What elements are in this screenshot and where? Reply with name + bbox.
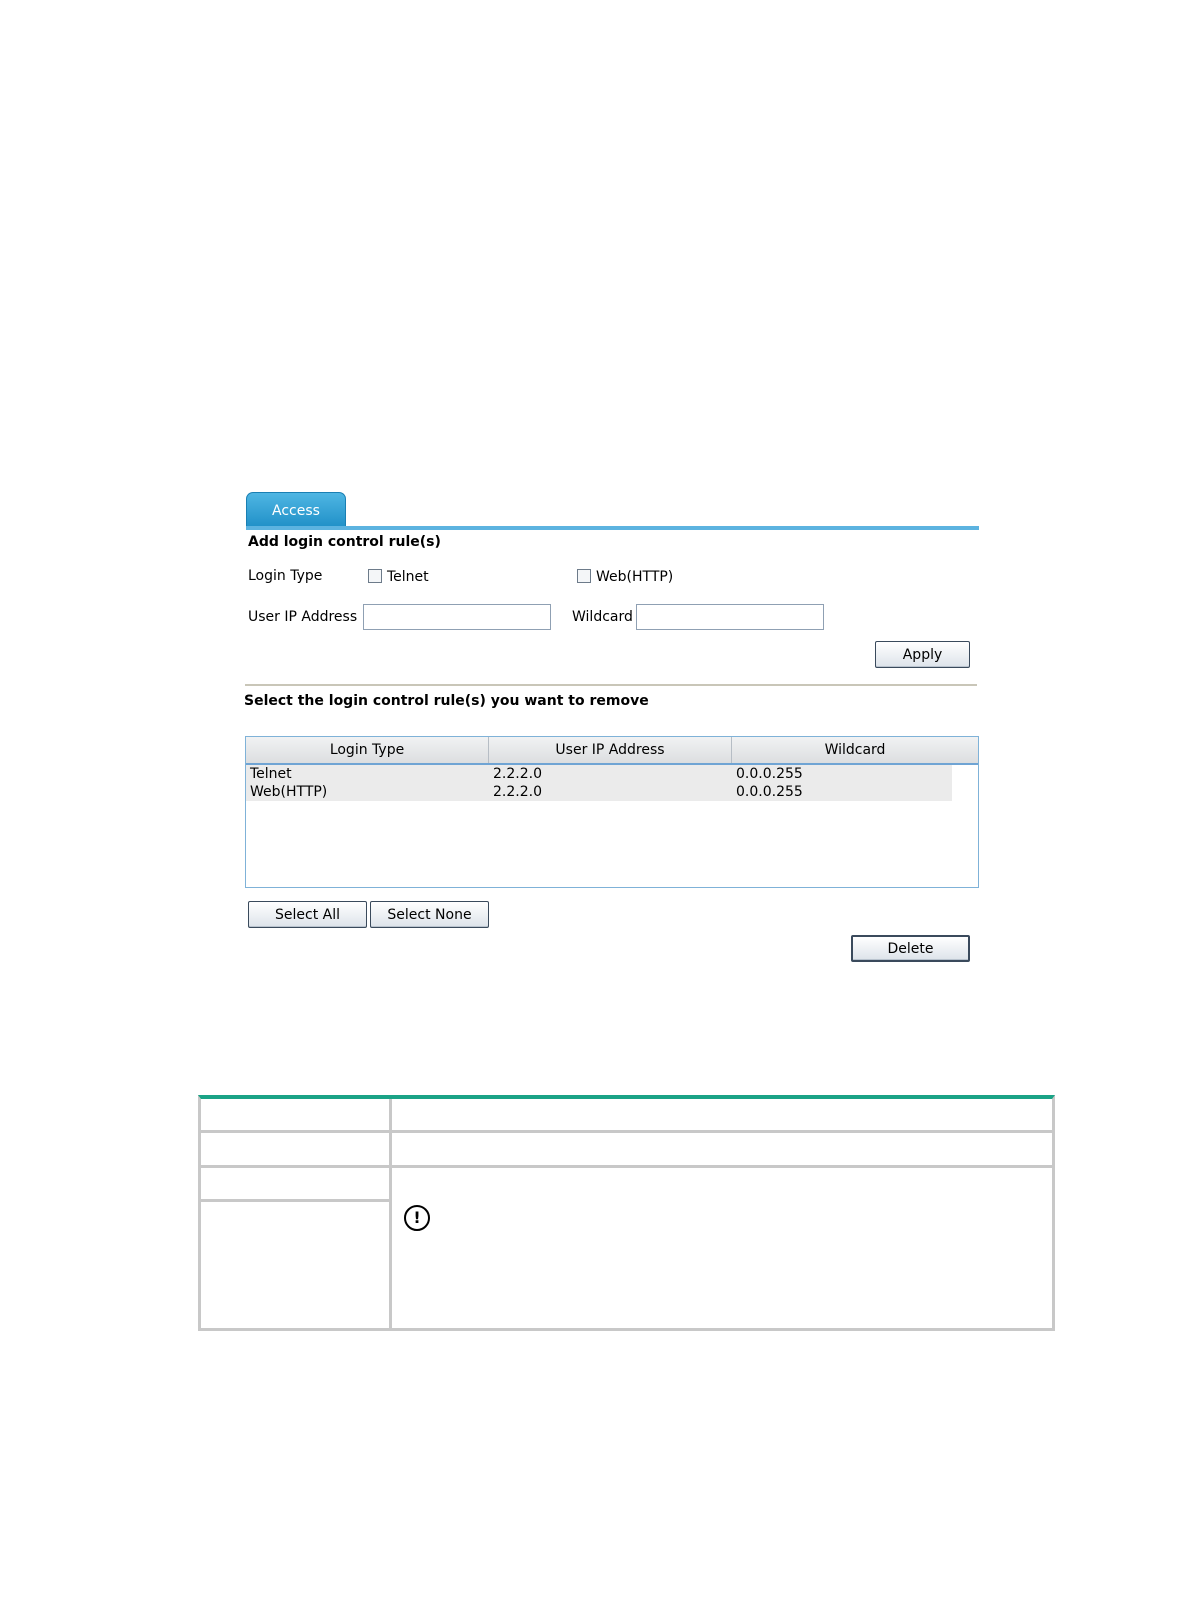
- select-all-button-label: Select All: [275, 906, 340, 923]
- login-type-label: Login Type: [248, 568, 323, 584]
- wildcard-label: Wildcard: [572, 609, 633, 625]
- column-header-login-type[interactable]: Login Type: [246, 737, 489, 763]
- table-row[interactable]: Web(HTTP) 2.2.2.0 0.0.0.255: [246, 783, 952, 801]
- doc-table-row-divider: [201, 1165, 1052, 1168]
- section-divider: [245, 684, 977, 686]
- remove-rules-title: Select the login control rule(s) you wan…: [244, 693, 649, 709]
- doc-table-row-divider: [201, 1199, 389, 1202]
- row-login-type: Web(HTTP): [250, 784, 328, 800]
- web-http-checkbox[interactable]: [577, 569, 591, 583]
- column-header-user-ip[interactable]: User IP Address: [489, 737, 732, 763]
- select-none-button-label: Select None: [387, 906, 472, 923]
- add-rules-title: Add login control rule(s): [248, 534, 441, 550]
- select-none-button[interactable]: Select None: [370, 901, 489, 928]
- row-login-type: Telnet: [250, 766, 292, 782]
- select-all-button[interactable]: Select All: [248, 901, 367, 928]
- telnet-checkbox-label: Telnet: [387, 569, 429, 585]
- grid-header: Login Type User IP Address Wildcard: [246, 737, 978, 765]
- wildcard-input[interactable]: [636, 604, 824, 630]
- user-ip-input[interactable]: [363, 604, 551, 630]
- rules-grid: Login Type User IP Address Wildcard Teln…: [245, 736, 979, 888]
- web-http-checkbox-label: Web(HTTP): [596, 569, 674, 585]
- doc-table-row-divider: [201, 1130, 1052, 1133]
- apply-button[interactable]: Apply: [875, 641, 970, 668]
- row-user-ip: 2.2.2.0: [493, 766, 542, 782]
- delete-button[interactable]: Delete: [851, 935, 970, 962]
- exclamation-circle-icon: !: [404, 1205, 430, 1231]
- tab-access-label: Access: [272, 502, 320, 519]
- user-ip-label: User IP Address: [248, 609, 358, 625]
- doc-table-column-divider: [389, 1099, 392, 1328]
- apply-button-label: Apply: [902, 646, 943, 663]
- tab-underline: [246, 526, 979, 530]
- row-wildcard: 0.0.0.255: [736, 766, 803, 782]
- delete-button-label: Delete: [887, 940, 934, 957]
- row-wildcard: 0.0.0.255: [736, 784, 803, 800]
- table-row[interactable]: Telnet 2.2.2.0 0.0.0.255: [246, 765, 952, 783]
- column-header-wildcard[interactable]: Wildcard: [732, 737, 978, 763]
- telnet-checkbox[interactable]: [368, 569, 382, 583]
- tab-access[interactable]: Access: [246, 492, 346, 528]
- row-user-ip: 2.2.2.0: [493, 784, 542, 800]
